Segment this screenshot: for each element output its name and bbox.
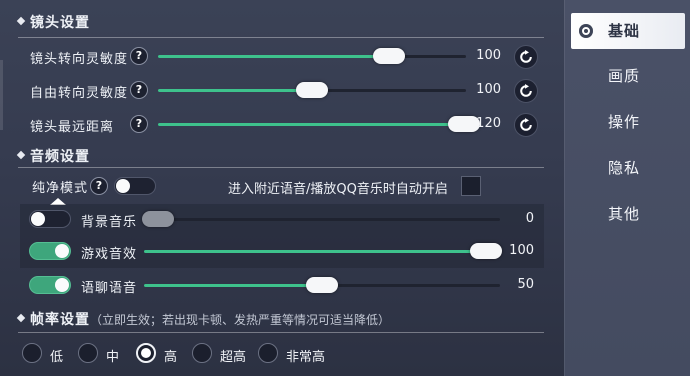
fps-option-label: 中 (106, 350, 120, 365)
section-audio-title: 音频设置 (16, 146, 90, 166)
framerate-subtitle: （立即生效；若出现卡顿、发热严重等情况可适当降低） (90, 313, 391, 327)
sidebar-item-label: 其他 (608, 205, 641, 223)
sidebar-item-label: 基础 (608, 22, 641, 40)
fps-option-label: 高 (164, 350, 178, 365)
slider-knob[interactable] (142, 211, 174, 227)
audio-row-value: 50 (517, 277, 534, 292)
help-icon[interactable]: ? (130, 81, 148, 99)
camera-row-value: 120 (476, 116, 501, 131)
fps-radio-1[interactable] (78, 343, 98, 363)
audio-row-toggle[interactable] (29, 210, 71, 228)
diamond-icon (16, 16, 26, 26)
sidebar-item-label: 隐私 (608, 159, 641, 177)
audio-row-toggle[interactable] (29, 276, 71, 294)
divider (18, 167, 544, 168)
pure-mode-label: 纯净模式 (32, 181, 89, 196)
audio-slider-track[interactable] (144, 250, 500, 253)
audio-row-label: 语聊语音 (81, 281, 138, 296)
camera-slider-track[interactable] (158, 55, 466, 58)
reset-icon[interactable] (514, 45, 538, 69)
help-symbol: ? (135, 117, 143, 130)
audio-row-value: 0 (525, 211, 534, 226)
auto-start-label: 进入附近语音/播放QQ音乐时自动开启 (228, 182, 448, 197)
sidebar: 基础画质操作隐私其他 (564, 0, 690, 376)
pure-mode-toggle[interactable] (114, 177, 156, 195)
toggle-knob (116, 179, 130, 193)
sidebar-item-3[interactable]: 隐私 (565, 150, 690, 186)
slider-fill (144, 250, 500, 253)
slider-fill (144, 284, 322, 287)
settings-main-panel: 镜头设置 镜头转向灵敏度? 100 自由转向灵敏度? 100 镜头最远距离? 120 音频… (0, 0, 558, 376)
audio-row-toggle[interactable] (29, 242, 71, 260)
divider (18, 332, 544, 333)
section-framerate-title: 帧率设置（立即生效；若出现卡顿、发热严重等情况可适当降低） (16, 309, 391, 329)
fps-radio-2[interactable] (136, 343, 156, 363)
camera-row-label: 自由转向灵敏度 (30, 86, 129, 101)
camera-row-label: 镜头转向灵敏度 (30, 52, 129, 67)
toggle-knob (55, 244, 69, 258)
auto-start-checkbox[interactable] (461, 176, 481, 196)
camera-row-value: 100 (476, 82, 501, 97)
help-icon[interactable]: ? (130, 47, 148, 65)
fps-radio-3[interactable] (192, 343, 212, 363)
toggle-knob (31, 212, 45, 226)
slider-knob[interactable] (306, 277, 338, 293)
slider-knob[interactable] (296, 82, 328, 98)
help-symbol: ? (135, 83, 143, 96)
divider (18, 37, 544, 38)
sidebar-item-4[interactable]: 其他 (565, 196, 690, 232)
slider-fill (158, 89, 312, 92)
help-symbol: ? (135, 49, 143, 62)
sidebar-item-2[interactable]: 操作 (565, 104, 690, 140)
fps-radio-0[interactable] (22, 343, 42, 363)
slider-knob[interactable] (373, 48, 405, 64)
audio-row-label: 游戏音效 (81, 247, 138, 262)
diamond-icon (16, 313, 26, 323)
fps-radio-4[interactable] (258, 343, 278, 363)
sidebar-item-1[interactable]: 画质 (565, 58, 690, 94)
help-icon[interactable]: ? (90, 177, 108, 195)
camera-row-label: 镜头最远距离 (30, 120, 115, 135)
slider-fill (158, 55, 389, 58)
reset-icon[interactable] (514, 79, 538, 103)
sidebar-item-label: 操作 (608, 113, 641, 131)
fps-option-label: 超高 (220, 350, 247, 365)
slider-fill (158, 123, 466, 126)
selected-indicator-icon (579, 24, 593, 38)
sidebar-item-0[interactable]: 基础 (571, 13, 685, 49)
help-icon[interactable]: ? (130, 115, 148, 133)
fps-option-label: 低 (50, 350, 64, 365)
audio-slider-track[interactable] (144, 218, 500, 221)
audio-row-label: 背景音乐 (81, 215, 138, 230)
audio-row-value: 100 (509, 243, 534, 258)
camera-slider-track[interactable] (158, 123, 466, 126)
sidebar-item-label: 画质 (608, 67, 641, 85)
scroll-edge (0, 60, 3, 130)
camera-row-value: 100 (476, 48, 501, 63)
diamond-icon (16, 150, 26, 160)
toggle-knob (55, 278, 69, 292)
fps-option-label: 非常高 (286, 350, 326, 365)
section-camera-title: 镜头设置 (16, 12, 90, 32)
reset-icon[interactable] (514, 113, 538, 137)
